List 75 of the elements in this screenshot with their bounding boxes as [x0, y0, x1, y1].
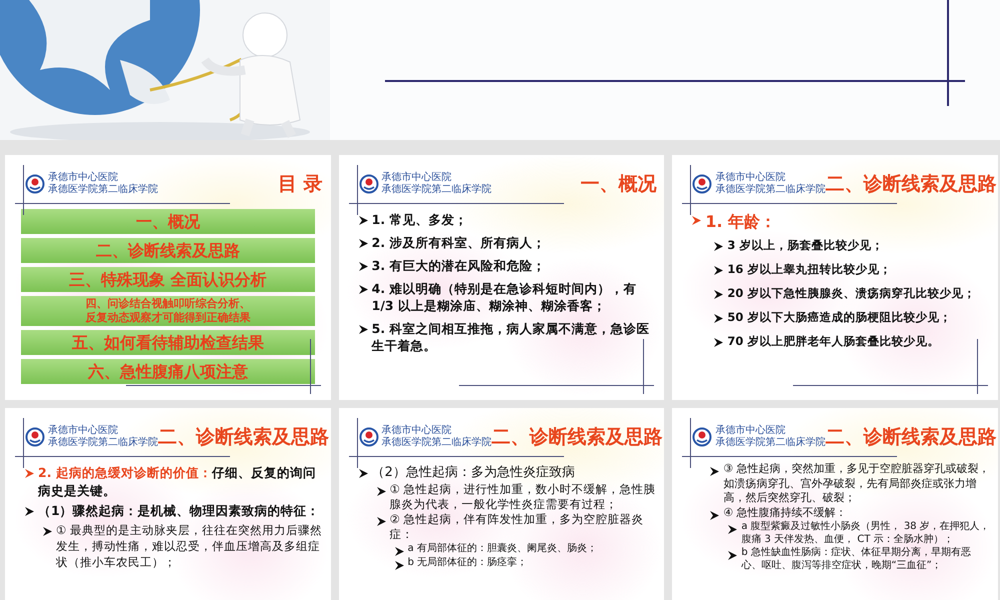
arrow-bullet-icon: [358, 216, 368, 225]
arrow-bullet-icon: [358, 239, 368, 248]
arrow-bullet-icon: [358, 285, 368, 294]
hospital-name: 承德医学院第二临床学院: [715, 437, 826, 449]
bullet-point: 2. 起病的急缓对诊断的价值：仔细、反复的询问病史是关键。: [38, 464, 317, 500]
hospital-name: 承德医学院第二临床学院: [382, 184, 492, 196]
bullet-point: 4. 难以明确（特别是在急诊科短时间内），有 1/3 以上是糊涂庙、糊涂神、糊涂香客；: [372, 280, 638, 314]
arrow-bullet-icon: [714, 338, 724, 347]
arrow-bullet-icon: [714, 266, 724, 275]
hospital-name: 承德市中心医院: [48, 425, 119, 436]
logo-icon: [692, 174, 712, 194]
bullet-point: ② 急性起病，伴有阵发性加重，多为空腔脏器炎症：: [390, 512, 645, 542]
bullet-point: ④ 急性腹痛持续不缓解：: [723, 506, 847, 520]
bullet-point: ① 急性起病，进行性加重，数小时不缓解，急性胰腺炎为代表，一般化学性炎症需要有过程；: [390, 482, 656, 512]
arrow-bullet-icon: [710, 510, 720, 520]
arrow-bullet-icon: [394, 547, 404, 556]
arrow-bullet-icon: [728, 551, 738, 560]
arrow-bullet-icon: [43, 527, 52, 536]
slide-title: 二、诊断线索及思路: [492, 425, 663, 450]
arrow-bullet-icon: [376, 517, 386, 526]
logo-icon: [692, 427, 712, 447]
bullet-point: 16 岁以上睾丸扭转比较少见；: [727, 261, 892, 278]
hospital-name: 承德市中心医院: [715, 425, 786, 436]
bullet-point: 20 岁以下急性胰腺炎、溃疡病穿孔比较少见；: [727, 285, 976, 302]
bullet-point: 1. 常见、多发；: [372, 211, 468, 228]
arrow-bullet-icon: [714, 242, 724, 251]
hospital-name: 承德医学院第二临床学院: [382, 437, 492, 449]
logo-icon: [358, 174, 379, 194]
hospital-name: 承德医学院第二临床学院: [48, 437, 158, 449]
logo-icon: [25, 427, 45, 447]
bullet-point: 2. 涉及所有科室、所有病人；: [372, 234, 546, 251]
toc-entry: 四、问诊结合视触叩听综合分析、 反复动态观察才可能得到正确结果: [21, 296, 315, 326]
bullet-point: 3 岁以上，肠套叠比较少见；: [727, 237, 884, 254]
bullet-point: （1）骤然起病：是机械、物理因素致病的特征：: [38, 502, 320, 520]
toc-entry: 五、如何看待辅助检查结果: [21, 330, 315, 355]
slide-title: 目 录: [278, 172, 323, 197]
arrow-bullet-icon: [728, 525, 738, 534]
arrow-bullet-icon: [25, 469, 34, 478]
arrow-bullet-icon: [25, 507, 34, 516]
hospital-name: 承德医学院第二临床学院: [715, 184, 826, 196]
arrow-bullet-icon: [714, 290, 724, 299]
logo-icon: [25, 174, 45, 194]
hospital-name: 承德医学院第二临床学院: [48, 184, 158, 196]
arrow-bullet-icon: [358, 469, 368, 478]
hospital-name: 承德市中心医院: [715, 172, 786, 184]
slide-title: 二、诊断线索及思路: [825, 172, 996, 197]
slide-title: 二、诊断线索及思路: [158, 425, 329, 450]
bullet-point: 1. 年龄：: [705, 211, 776, 233]
bullet-point: ③ 急性起病，突然加重，多见于空腔脏器穿孔或破裂，如溃疡病穿孔、宫外孕破裂，先有局部炎症或张力增高，然后突然穿孔、破裂；: [723, 462, 990, 506]
toc-entry: 三、特殊现象 全面认识分析: [21, 267, 315, 292]
bullet-point: ① 最典型的是主动脉夹层，往往在突然用力后骤然发生，搏动性痛，难以忍受，伴血压增高及多组症状（推小车农民工）；: [56, 522, 323, 570]
bullet-point: （2）急性起病：多为急性炎症致病: [372, 464, 575, 482]
hospital-name: 承德市中心医院: [382, 425, 453, 436]
toc-entry: 六、急性腹痛八项注意: [21, 359, 315, 384]
arrow-bullet-icon: [376, 487, 386, 496]
arrow-bullet-icon: [394, 561, 404, 570]
toc-entry: 二、诊断线索及思路: [21, 238, 315, 263]
slide-title: 二、诊断线索及思路: [825, 425, 996, 450]
bullet-point: b 无局部体征的：肠痉挛；: [408, 556, 528, 570]
arrow-bullet-icon: [358, 262, 368, 271]
hospital-name: 承德市中心医院: [382, 172, 453, 184]
bullet-point: b 急性缺血性肠病：症状、体征早期分离，早期有恶心、呕吐、腹泻等排空症状，晚期“三血征”；: [741, 546, 972, 572]
bullet-point: a 有局部体征的：胆囊炎、阑尾炎、肠炎；: [408, 542, 597, 556]
bullet-point: 5. 科室之间相互推拖，病人家属不满意，急诊医生干着急。: [372, 320, 650, 354]
arrow-bullet-icon: [714, 314, 724, 323]
bullet-point: 50 岁以下大肠癌造成的肠梗阻比较少见；: [727, 309, 952, 326]
slide-title: 一、概况: [580, 172, 656, 197]
arrow-bullet-icon: [692, 216, 702, 225]
bullet-point: 70 岁以上肥胖老年人肠套叠比较少见。: [727, 333, 940, 350]
hospital-name: 承德市中心医院: [48, 172, 119, 184]
bullet-point: 3. 有巨大的潜在风险和危险；: [372, 257, 546, 274]
arrow-bullet-icon: [710, 467, 720, 476]
logo-icon: [358, 427, 379, 447]
arrow-bullet-icon: [358, 325, 368, 334]
toc-entry: 一、概况: [21, 209, 315, 234]
